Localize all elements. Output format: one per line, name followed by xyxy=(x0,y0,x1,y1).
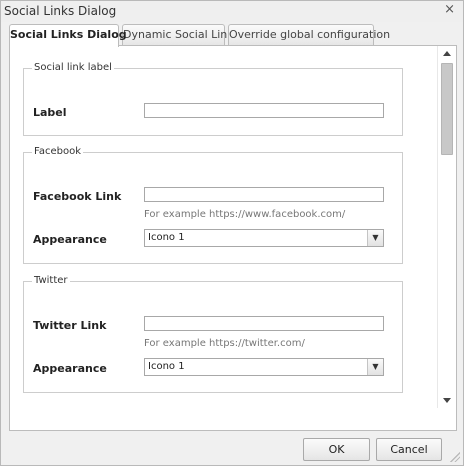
twitter-appearance-select[interactable]: Icono 1 ▼ xyxy=(144,358,384,376)
twitter-link-hint: For example https://twitter.com/ xyxy=(144,338,305,349)
scrollbar-thumb[interactable] xyxy=(441,63,453,155)
chevron-down-icon[interactable]: ▼ xyxy=(367,359,383,375)
selected-value: Icono 1 xyxy=(148,232,185,243)
fieldset-legend: Social link label xyxy=(32,62,114,73)
tab-social-links-dialog[interactable]: Social Links Dialog xyxy=(9,24,127,47)
social-links-dialog: Social Links Dialog × Social Links Dialo… xyxy=(0,0,464,466)
facebook-link-input[interactable] xyxy=(144,187,384,202)
label-field-label: Label xyxy=(33,106,67,119)
facebook-link-label: Facebook Link xyxy=(33,190,122,203)
vertical-scrollbar[interactable] xyxy=(437,46,456,408)
close-icon[interactable]: × xyxy=(444,3,455,17)
tab-panel: Social link label Label Facebook Faceboo… xyxy=(9,45,457,431)
tab-dynamic-social-links[interactable]: Dynamic Social Links xyxy=(122,24,239,45)
facebook-appearance-label: Appearance xyxy=(33,233,107,246)
label-input[interactable] xyxy=(144,103,384,118)
cancel-button[interactable]: Cancel xyxy=(376,438,442,461)
facebook-appearance-select[interactable]: Icono 1 ▼ xyxy=(144,229,384,247)
dialog-footer: OK Cancel xyxy=(1,433,463,465)
chevron-down-icon[interactable]: ▼ xyxy=(367,230,383,246)
fieldset-social-link-label: Social link label Label xyxy=(23,62,403,136)
twitter-link-label: Twitter Link xyxy=(33,319,107,332)
selected-value: Icono 1 xyxy=(148,361,185,372)
arrow-up-icon[interactable] xyxy=(443,51,451,56)
scroll-viewport: Social link label Label Facebook Faceboo… xyxy=(11,47,436,409)
resize-grip-icon[interactable] xyxy=(450,452,460,462)
fieldset-legend: Twitter xyxy=(32,275,70,286)
tab-override-global-configuration[interactable]: Override global configuration xyxy=(228,24,390,45)
dialog-titlebar[interactable]: Social Links Dialog × xyxy=(1,1,463,22)
facebook-link-hint: For example https://www.facebook.com/ xyxy=(144,209,346,220)
fieldset-facebook: Facebook Facebook Link For example https… xyxy=(23,146,403,264)
twitter-link-input[interactable] xyxy=(144,316,384,331)
fieldset-twitter: Twitter Twitter Link For example https:/… xyxy=(23,275,403,393)
twitter-appearance-label: Appearance xyxy=(33,362,107,375)
fieldset-legend: Facebook xyxy=(32,146,83,157)
tab-strip: Social Links Dialog Dynamic Social Links… xyxy=(9,24,457,47)
ok-button[interactable]: OK xyxy=(303,438,370,461)
dialog-title: Social Links Dialog xyxy=(4,4,117,18)
arrow-down-icon[interactable] xyxy=(443,398,451,403)
